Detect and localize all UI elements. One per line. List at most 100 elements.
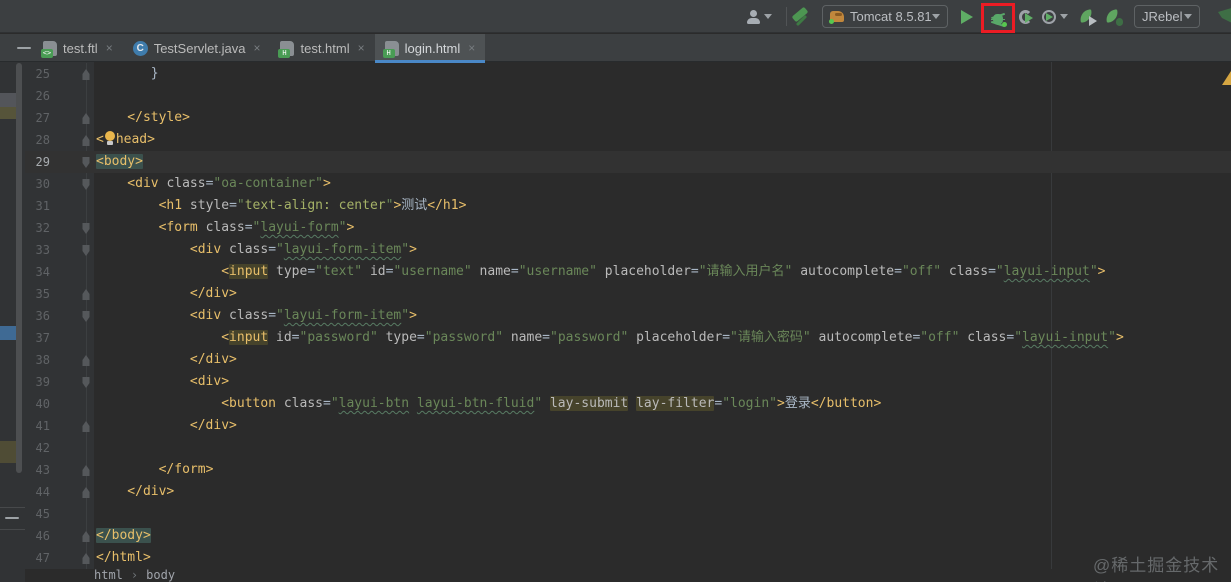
code-row-39[interactable]: 39 <div>	[0, 371, 1231, 393]
code-row-44[interactable]: 44 </div>	[0, 481, 1231, 503]
chevron-down-icon	[1184, 14, 1192, 19]
fold-marker-icon[interactable]	[82, 157, 90, 168]
fold-marker-icon[interactable]	[82, 487, 90, 498]
fold-marker-icon[interactable]	[82, 311, 90, 322]
fold-marker-icon[interactable]	[82, 135, 90, 146]
code-row-37[interactable]: 37 <input id="password" type="password" n…	[0, 327, 1231, 349]
code-text: <input type="text" id="username" name="u…	[221, 264, 1106, 279]
fold-marker-icon[interactable]	[82, 113, 90, 124]
intention-bulb-icon[interactable]	[104, 131, 116, 145]
code-editor[interactable]: 25} 26 27 </style> 28 < head> 29 <body> 30 <div cl…	[0, 62, 1231, 569]
code-text: </style>	[127, 110, 190, 125]
code-row-32[interactable]: 32 <form class="layui-form">	[0, 217, 1231, 239]
line-number: 41	[35, 419, 50, 433]
code-row-40[interactable]: 40 <button class="layui-btn layui-btn-flu…	[0, 393, 1231, 415]
clipped-toolbar-icon	[1218, 6, 1231, 26]
code-row-41[interactable]: 41 </div>	[0, 415, 1231, 437]
code-row-47[interactable]: 47 </html>	[0, 547, 1231, 569]
line-number: 45	[35, 507, 50, 521]
tab-test.ftl[interactable]: <> test.ftl ×	[33, 34, 123, 62]
run-icon	[961, 9, 973, 24]
toolbar-separator	[786, 7, 787, 26]
line-number: 31	[35, 199, 50, 213]
fold-marker-icon[interactable]	[82, 531, 90, 542]
fold-marker-icon[interactable]	[82, 289, 90, 300]
fold-marker-icon[interactable]	[82, 377, 90, 388]
line-number: 27	[35, 111, 50, 125]
fold-marker-icon[interactable]	[82, 421, 90, 432]
line-number: 30	[35, 177, 50, 191]
code-row-29[interactable]: 29 <body>	[0, 151, 1231, 173]
build-button[interactable]	[791, 0, 814, 33]
code-row-36[interactable]: 36 <div class="layui-form-item">	[0, 305, 1231, 327]
line-number: 33	[35, 243, 50, 257]
main-toolbar: Tomcat 8.5.81 JRebel	[0, 0, 1231, 33]
line-number: 40	[35, 397, 50, 411]
line-number: 38	[35, 353, 50, 367]
debug-button[interactable]	[991, 11, 1007, 27]
code-text: </html>	[96, 550, 151, 565]
code-text: </div>	[189, 286, 237, 301]
code-row-30[interactable]: 30 <div class="oa-container">	[0, 173, 1231, 195]
code-row-25[interactable]: 25}	[0, 63, 1231, 85]
code-row-34[interactable]: 34 <input type="text" id="username" name=…	[0, 261, 1231, 283]
jrebel-select[interactable]: JRebel	[1134, 0, 1200, 33]
close-icon[interactable]: ×	[358, 41, 365, 55]
user-account-button[interactable]	[747, 0, 772, 33]
code-row-28[interactable]: 28 < head>	[0, 129, 1231, 151]
code-row-43[interactable]: 43 </form>	[0, 459, 1231, 481]
fold-marker-icon[interactable]	[82, 465, 90, 476]
code-row-26[interactable]: 26	[0, 85, 1231, 107]
fold-marker-icon[interactable]	[82, 553, 90, 564]
line-number: 36	[35, 309, 50, 323]
code-text: </div>	[127, 484, 175, 499]
code-row-42[interactable]: 42	[0, 437, 1231, 459]
close-icon[interactable]: ×	[468, 41, 475, 55]
fold-marker-icon[interactable]	[82, 223, 90, 234]
code-row-27[interactable]: 27 </style>	[0, 107, 1231, 129]
line-number: 43	[35, 463, 50, 477]
fold-marker-icon[interactable]	[82, 179, 90, 190]
tab-label: TestServlet.java	[153, 40, 246, 56]
line-number: 39	[35, 375, 50, 389]
tab-login.html[interactable]: Hlogin.html ×	[374, 34, 486, 63]
tab-label: login.html	[404, 40, 461, 56]
html-file-icon: H	[382, 40, 399, 58]
profiler-button[interactable]	[1042, 0, 1068, 33]
user-icon	[747, 9, 760, 24]
code-row-46[interactable]: 46 </body>	[0, 525, 1231, 547]
close-icon[interactable]: ×	[106, 41, 113, 55]
line-number: 28	[35, 133, 50, 147]
html-file-icon: H	[278, 40, 295, 58]
code-row-33[interactable]: 33 <div class="layui-form-item">	[0, 239, 1231, 261]
breadcrumb-item-html[interactable]: html	[94, 568, 123, 582]
fold-marker-icon[interactable]	[82, 69, 90, 80]
run-configuration-select[interactable]: Tomcat 8.5.81	[822, 0, 948, 33]
code-text: <div class="oa-container">	[127, 176, 331, 191]
tab-test.html[interactable]: Htest.html ×	[270, 34, 374, 62]
code-row-35[interactable]: 35 </div>	[0, 283, 1231, 305]
line-number: 42	[35, 441, 50, 455]
tab-TestServlet.java[interactable]: C TestServlet.java ×	[123, 34, 271, 62]
code-row-38[interactable]: 38 </div>	[0, 349, 1231, 371]
fold-marker-icon[interactable]	[82, 245, 90, 256]
jrebel-debug-button[interactable]	[1105, 0, 1123, 33]
jrebel-run-button[interactable]	[1079, 0, 1097, 33]
chevron-down-icon	[1060, 14, 1068, 19]
code-text: </div>	[189, 418, 237, 433]
code-row-31[interactable]: 31 <h1 style="text-align: center">测试</h1>	[0, 195, 1231, 217]
watermark-text: @稀土掘金技术社区	[1093, 556, 1220, 582]
editor-tabs: <> test.ftl × C TestServlet.java × Htest.html ×…	[33, 34, 486, 63]
run-with-coverage-button[interactable]	[1019, 0, 1033, 33]
fold-marker-icon[interactable]	[82, 355, 90, 366]
breadcrumb-item-body[interactable]: body	[146, 568, 175, 582]
code-row-45[interactable]: 45	[0, 503, 1231, 525]
close-icon[interactable]: ×	[253, 41, 260, 55]
tab-label: test.html	[300, 40, 350, 56]
line-number: 25	[35, 67, 50, 81]
code-text: <input id="password" type="password" nam…	[221, 330, 1124, 345]
line-number: 29	[35, 155, 50, 169]
collapse-icon[interactable]	[17, 47, 31, 49]
run-button[interactable]	[961, 0, 973, 33]
coverage-icon	[1019, 9, 1033, 24]
